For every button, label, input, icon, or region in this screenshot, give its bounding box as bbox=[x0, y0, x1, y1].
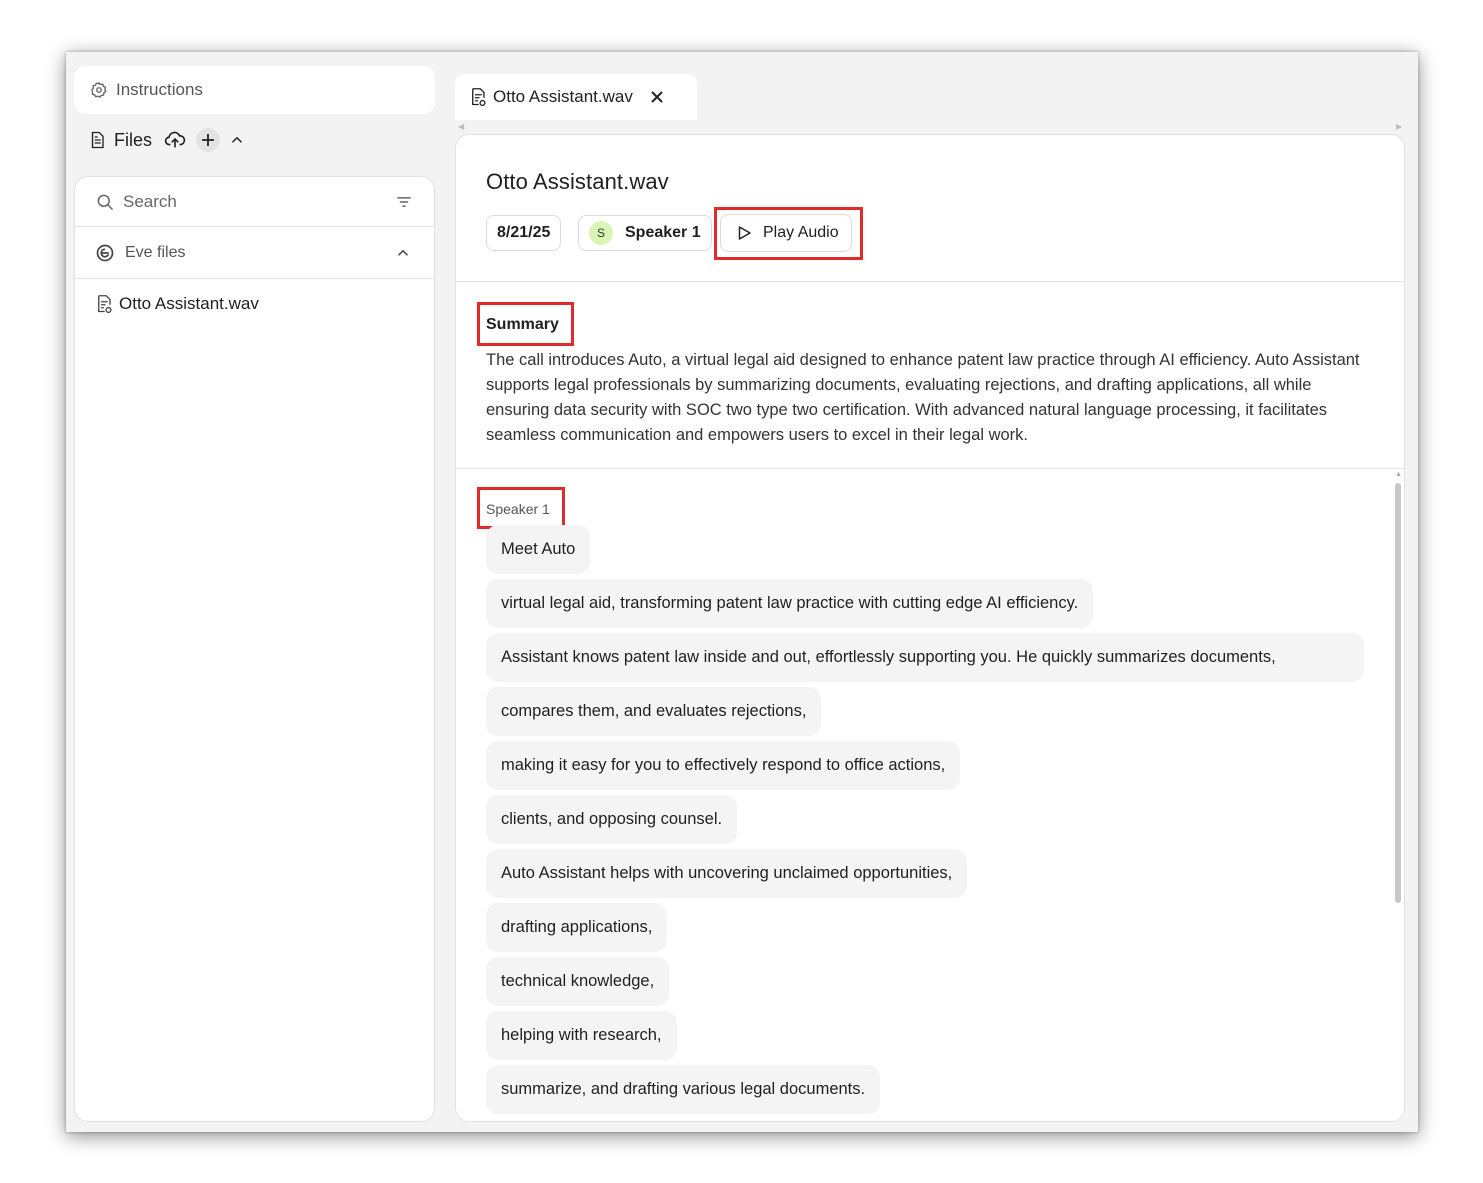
transcript-segment[interactable]: summarize, and drafting various legal do… bbox=[486, 1065, 881, 1114]
date-badge: 8/21/25 bbox=[486, 215, 562, 251]
add-file-button[interactable] bbox=[196, 128, 221, 152]
transcript-list: Meet Auto virtual legal aid, transformin… bbox=[486, 525, 1366, 1119]
tab-otto-assistant[interactable]: Otto Assistant.wav bbox=[455, 74, 697, 120]
search-icon bbox=[95, 192, 115, 212]
transcript-segment[interactable]: clients, and opposing counsel. bbox=[486, 795, 738, 844]
instructions-label: Instructions bbox=[116, 80, 203, 99]
document-title: Otto Assistant.wav bbox=[486, 169, 669, 194]
audio-file-icon bbox=[469, 87, 487, 107]
files-header: Files bbox=[88, 126, 246, 154]
speaker-badge[interactable]: S Speaker 1 bbox=[578, 215, 712, 251]
search-placeholder: Search bbox=[123, 191, 177, 211]
play-audio-label: Play Audio bbox=[763, 224, 839, 241]
transcript-segment[interactable]: drafting applications, bbox=[486, 903, 668, 952]
gear-icon bbox=[90, 81, 108, 99]
scroll-up-icon[interactable]: ▲ bbox=[1395, 471, 1402, 478]
instructions-button[interactable]: Instructions bbox=[74, 66, 435, 114]
play-audio-button[interactable]: Play Audio bbox=[720, 214, 852, 252]
plus-icon bbox=[202, 134, 215, 146]
chevron-up-icon[interactable] bbox=[394, 244, 412, 262]
transcript-segment[interactable]: making it easy for you to effectively re… bbox=[486, 741, 961, 790]
transcript-segment[interactable]: Auto Assistant helps with uncovering unc… bbox=[486, 849, 968, 898]
files-panel: Search Eve files Otto Assistant.wav bbox=[74, 176, 435, 1122]
avatar: S bbox=[589, 221, 613, 245]
transcript-segment[interactable]: technical knowledge, bbox=[486, 957, 670, 1006]
search-input[interactable]: Search bbox=[75, 177, 434, 227]
transcript-segment[interactable]: Meet Auto bbox=[486, 525, 591, 574]
document-header: Otto Assistant.wav 8/21/25 S Speaker 1 P… bbox=[456, 135, 1404, 282]
summary-text: The call introduces Auto, a virtual lega… bbox=[486, 351, 1360, 444]
eve-logo-icon bbox=[95, 243, 115, 263]
file-list-item[interactable]: Otto Assistant.wav bbox=[75, 279, 434, 319]
tab-label: Otto Assistant.wav bbox=[493, 87, 633, 106]
date-text: 8/21/25 bbox=[497, 224, 551, 241]
document-panel: Otto Assistant.wav 8/21/25 S Speaker 1 P… bbox=[455, 134, 1405, 1122]
summary-title: Summary bbox=[486, 316, 559, 333]
file-icon bbox=[88, 131, 106, 149]
summary-section: Summary The call introduces Auto, a virt… bbox=[456, 282, 1404, 469]
group-label: Eve files bbox=[125, 243, 186, 261]
group-eve-files[interactable]: Eve files bbox=[75, 227, 434, 279]
transcript-section: Speaker 1 Meet Auto virtual legal aid, t… bbox=[456, 469, 1404, 1119]
filter-icon[interactable] bbox=[394, 192, 414, 212]
speaker-name: Speaker 1 bbox=[625, 224, 701, 241]
transcript-segment[interactable]: compares them, and evaluates rejections, bbox=[486, 687, 822, 736]
tabs-scroll-right-icon[interactable]: ▶ bbox=[1396, 122, 1402, 131]
chevron-up-icon[interactable] bbox=[228, 131, 246, 149]
close-icon[interactable] bbox=[649, 89, 665, 105]
files-label: Files bbox=[114, 129, 153, 150]
vertical-scrollbar[interactable] bbox=[1395, 483, 1401, 903]
play-icon bbox=[735, 224, 753, 242]
audio-file-icon bbox=[95, 294, 113, 314]
app-window: Instructions Files Search Eve files Otto… bbox=[66, 52, 1418, 1132]
transcript-segment[interactable]: virtual legal aid, transforming patent l… bbox=[486, 579, 1094, 628]
transcript-speaker-label: Speaker 1 bbox=[486, 501, 550, 517]
transcript-segment[interactable]: Assistant knows patent law inside and ou… bbox=[486, 633, 1364, 682]
upload-icon[interactable] bbox=[164, 129, 186, 151]
file-name: Otto Assistant.wav bbox=[119, 294, 259, 313]
tabs-scroll-left-icon[interactable]: ◀ bbox=[458, 122, 464, 131]
transcript-segment[interactable]: helping with research, bbox=[486, 1011, 677, 1060]
